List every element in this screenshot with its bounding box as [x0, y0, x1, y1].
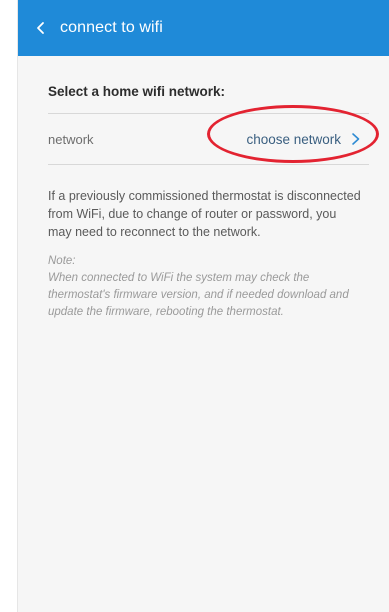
- chevron-right-icon: [352, 133, 360, 145]
- network-row[interactable]: network choose network: [48, 105, 379, 164]
- divider-bottom: [48, 164, 369, 165]
- back-button[interactable]: [30, 17, 52, 39]
- page-title: connect to wifi: [60, 19, 163, 36]
- network-label: network: [48, 131, 94, 147]
- note-text: When connected to WiFi the system may ch…: [48, 272, 349, 318]
- app-screen: connect to wifi Select a home wifi netwo…: [18, 0, 389, 612]
- chevron-left-icon: [37, 22, 44, 34]
- choose-network-label: choose network: [246, 131, 341, 147]
- section-title: Select a home wifi network:: [48, 84, 226, 99]
- main-content: Select a home wifi network: network choo…: [18, 56, 389, 321]
- choose-network-button[interactable]: choose network: [246, 132, 363, 147]
- info-paragraph: If a previously commissioned thermostat …: [48, 189, 361, 239]
- header-bar: connect to wifi: [18, 0, 389, 56]
- note-label: Note:: [48, 255, 76, 267]
